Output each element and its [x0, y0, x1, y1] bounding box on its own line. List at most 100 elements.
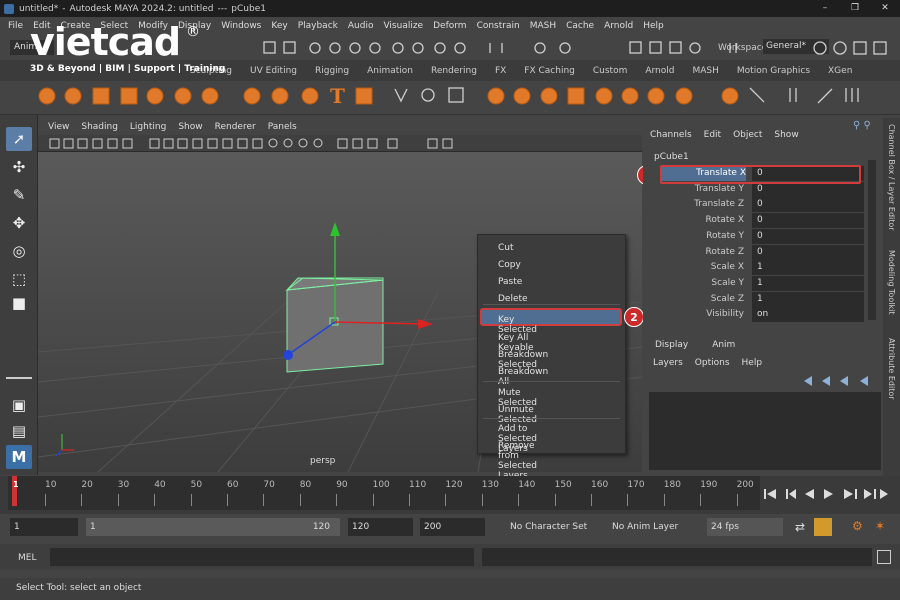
channel-value[interactable]: 1: [752, 260, 864, 276]
scale-tool-icon[interactable]: ⬚: [6, 267, 32, 291]
tab-modeling-toolkit[interactable]: Modeling Toolkit: [887, 250, 896, 314]
viewport-menu-lighting[interactable]: Lighting: [130, 122, 166, 132]
menu-help[interactable]: Help: [643, 21, 664, 31]
shelf-tab-xgen[interactable]: XGen: [828, 66, 852, 76]
menu-playback[interactable]: Playback: [298, 21, 338, 31]
context-item-copy[interactable]: Copy: [498, 260, 521, 270]
mash-icon[interactable]: M: [6, 445, 32, 469]
menu-arnold[interactable]: Arnold: [604, 21, 633, 31]
menu-file[interactable]: File: [8, 21, 23, 31]
viewport-toolbar-icons[interactable]: [38, 135, 642, 152]
menu-visualize[interactable]: Visualize: [383, 21, 423, 31]
character-icon[interactable]: ✶: [875, 519, 885, 533]
mel-label[interactable]: MEL: [18, 553, 36, 563]
menu-key[interactable]: Key: [271, 21, 287, 31]
channel-row[interactable]: Rotate X 0: [650, 213, 864, 229]
context-item-breakdown-all[interactable]: Breakdown All: [498, 367, 548, 387]
context-item-key-selected[interactable]: Key Selected: [498, 315, 537, 335]
shelf-tab-custom[interactable]: Custom: [593, 66, 627, 76]
channel-row[interactable]: Scale X 1: [650, 260, 864, 276]
shelf-tab-motion-graphics[interactable]: Motion Graphics: [737, 66, 810, 76]
shelf-tab-uv-editing[interactable]: UV Editing: [250, 66, 297, 76]
shelf-tab-fx[interactable]: FX: [495, 66, 506, 76]
tab-attribute-editor[interactable]: Attribute Editor: [887, 338, 896, 400]
character-set-select[interactable]: No Character Set: [510, 522, 587, 532]
menu-windows[interactable]: Windows: [221, 21, 261, 31]
viewport-menu-panels[interactable]: Panels: [268, 122, 297, 132]
viewport-menu-show[interactable]: Show: [178, 122, 202, 132]
channel-menu-edit[interactable]: Edit: [704, 130, 721, 140]
context-item-unmute-selected[interactable]: Unmute Selected: [498, 405, 537, 425]
close-icon[interactable]: ✕: [870, 0, 900, 17]
channel-value[interactable]: on: [752, 307, 864, 323]
mel-input[interactable]: [50, 548, 474, 566]
loop-icon[interactable]: ⇄: [795, 520, 805, 534]
shelf-tab-rigging[interactable]: Rigging: [315, 66, 349, 76]
channel-row[interactable]: Scale Y 1: [650, 275, 864, 291]
select-tool-icon[interactable]: ➚: [6, 127, 32, 151]
menu-deform[interactable]: Deform: [433, 21, 466, 31]
anim-layer-select[interactable]: No Anim Layer: [612, 522, 678, 532]
shelf-tab-rendering[interactable]: Rendering: [431, 66, 477, 76]
fps-select[interactable]: 24 fps: [707, 518, 783, 536]
channel-menu-object[interactable]: Object: [733, 130, 762, 140]
channel-box-scrollbar[interactable]: [868, 160, 876, 320]
tab-channel-box[interactable]: Channel Box / Layer Editor: [887, 124, 896, 231]
context-item-cut[interactable]: Cut: [498, 243, 514, 253]
layer-tab-display[interactable]: Display: [655, 340, 688, 350]
layer-menu-options[interactable]: Options: [695, 358, 730, 368]
viewport-menu-shading[interactable]: Shading: [81, 122, 118, 132]
context-item-paste[interactable]: Paste: [498, 277, 522, 287]
layer-list[interactable]: [649, 392, 881, 470]
channel-value[interactable]: 0: [752, 197, 864, 213]
channel-menu-channels[interactable]: Channels: [650, 130, 692, 140]
channel-value[interactable]: 0: [752, 244, 864, 260]
layer-buttons[interactable]: [800, 374, 880, 388]
layer-menu-help[interactable]: Help: [742, 358, 763, 368]
auto-key-icon[interactable]: [814, 518, 832, 536]
range-start-field[interactable]: 1: [10, 518, 78, 536]
channel-value[interactable]: 0: [752, 228, 864, 244]
layer-tab-anim[interactable]: Anim: [712, 340, 735, 350]
paint-select-icon[interactable]: ✎: [6, 183, 32, 207]
channel-value[interactable]: 0: [752, 213, 864, 229]
layer-menu-layers[interactable]: Layers: [653, 358, 683, 368]
channel-row[interactable]: Translate Z 0: [650, 197, 864, 213]
channel-value[interactable]: 1: [752, 291, 864, 307]
menu-audio[interactable]: Audio: [348, 21, 374, 31]
menu-mash[interactable]: MASH: [530, 21, 556, 31]
anim-end-field[interactable]: 200: [420, 518, 485, 536]
shelf-tab-arnold[interactable]: Arnold: [645, 66, 674, 76]
shelf-tab-animation[interactable]: Animation: [367, 66, 413, 76]
range-slider[interactable]: 1 120: [86, 518, 340, 536]
range-end-field[interactable]: 120: [348, 518, 413, 536]
context-item-remove-from-selected-layers[interactable]: Remove from Selected Layers: [498, 441, 537, 481]
channel-box-icons[interactable]: ⚲ ⚲: [853, 120, 871, 131]
viewport-menu-renderer[interactable]: Renderer: [215, 122, 256, 132]
layout-outliner-icon[interactable]: ▤: [6, 419, 32, 443]
move-tool-icon[interactable]: ✥: [6, 211, 32, 235]
menu-constrain[interactable]: Constrain: [477, 21, 520, 31]
channel-value[interactable]: 1: [752, 275, 864, 291]
lasso-tool-icon[interactable]: ✣: [6, 155, 32, 179]
shelf-tab-fx-caching[interactable]: FX Caching: [524, 66, 575, 76]
channel-row[interactable]: Scale Z 1: [650, 291, 864, 307]
context-item-delete[interactable]: Delete: [498, 294, 528, 304]
anim-prefs-icon[interactable]: ⚙: [852, 519, 863, 533]
script-editor-icon[interactable]: [877, 550, 891, 564]
channel-menu-show[interactable]: Show: [774, 130, 798, 140]
minimize-icon[interactable]: –: [810, 0, 840, 17]
channel-row[interactable]: Rotate Z 0: [650, 244, 864, 260]
channel-row[interactable]: Rotate Y 0: [650, 228, 864, 244]
layout-single-icon[interactable]: ▣: [6, 393, 32, 417]
panel-toggle-icons[interactable]: [810, 39, 900, 57]
playback-controls[interactable]: [762, 486, 894, 502]
viewport-menu-view[interactable]: View: [48, 122, 69, 132]
shelf-tool-icons[interactable]: T: [0, 81, 900, 115]
rotate-tool-icon[interactable]: ◎: [6, 239, 32, 263]
channel-row[interactable]: Visibility on: [650, 307, 864, 323]
maximize-icon[interactable]: ❐: [840, 0, 870, 17]
shelf-tab-mash[interactable]: MASH: [692, 66, 718, 76]
menu-cache[interactable]: Cache: [566, 21, 594, 31]
last-tool-icon[interactable]: ■: [6, 291, 32, 315]
